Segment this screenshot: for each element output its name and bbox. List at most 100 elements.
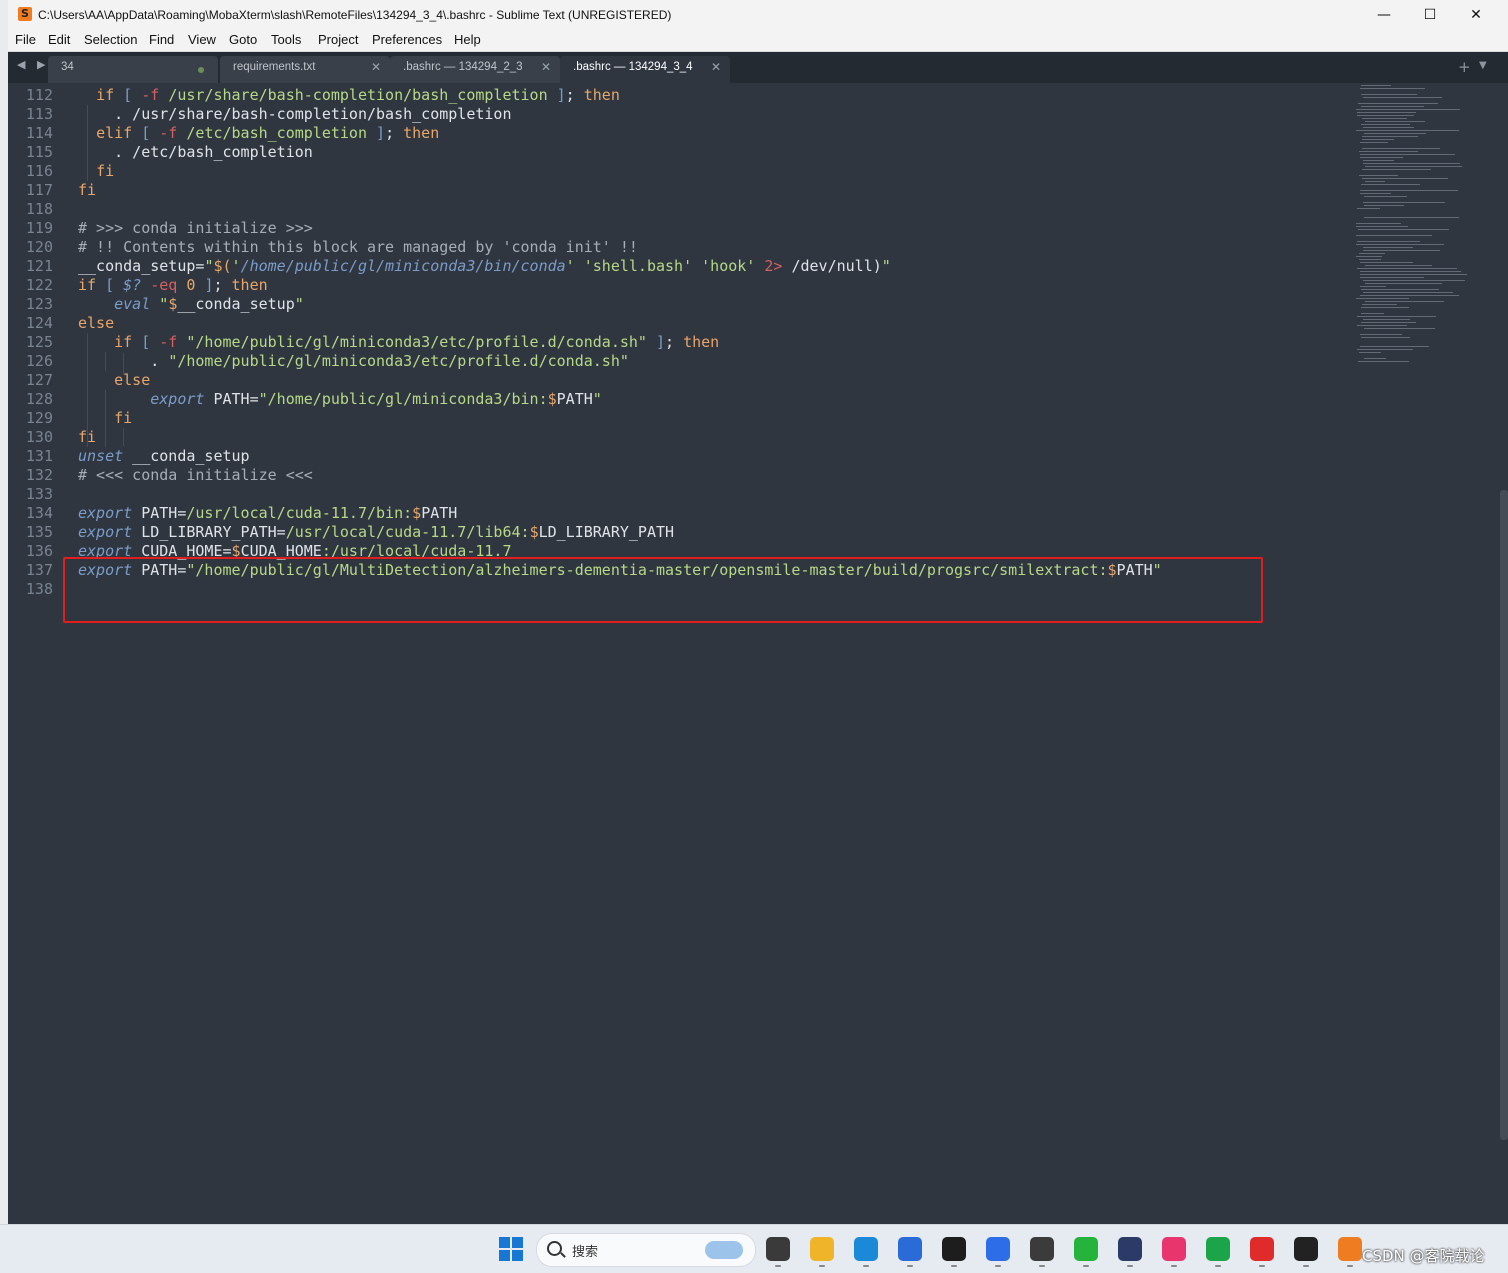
minimap-line	[1357, 112, 1416, 113]
unsaved-dot-icon[interactable]	[198, 67, 204, 73]
folder-icon[interactable]	[810, 1237, 834, 1261]
indent-guide	[87, 333, 88, 447]
minimap-line	[1363, 127, 1414, 128]
code-text: fi	[78, 181, 97, 199]
menu-project[interactable]: Project	[318, 32, 358, 47]
line-number: 124	[25, 314, 53, 332]
minimap-line	[1363, 280, 1465, 281]
tab-close-icon[interactable]: ✕	[711, 60, 721, 74]
code-line: 115 . /etc/bash_completion	[8, 143, 1348, 162]
store-icon[interactable]	[898, 1237, 922, 1261]
code-text: else	[78, 314, 115, 332]
tab-2[interactable]: .bashrc — 134294_2_3 ✕	[390, 56, 560, 83]
minimap-line	[1363, 292, 1453, 293]
minimap-line	[1356, 244, 1444, 245]
minimap-line	[1356, 298, 1409, 299]
minimap-line	[1358, 103, 1438, 104]
windows-start-icon[interactable]	[499, 1237, 523, 1261]
mobaxterm-icon[interactable]	[1030, 1237, 1054, 1261]
minimap-line	[1360, 88, 1425, 89]
menu-find[interactable]: Find	[149, 32, 174, 47]
minimap-line	[1365, 265, 1432, 266]
new-tab-button[interactable]: +	[1458, 58, 1471, 76]
minimap-line	[1360, 190, 1458, 191]
minimap-line	[1361, 337, 1410, 338]
edge-icon[interactable]	[854, 1237, 878, 1261]
code-line: 112 if [ -f /usr/share/bash-completion/b…	[8, 86, 1348, 105]
running-indicator	[1347, 1265, 1353, 1267]
running-indicator	[1171, 1265, 1177, 1267]
tab-nav-arrows-icon[interactable]: ◀ ▶	[17, 58, 49, 71]
line-number: 113	[25, 105, 53, 123]
code-text: else	[114, 371, 151, 389]
menu-preferences[interactable]: Preferences	[372, 32, 442, 47]
code-line: 133	[8, 485, 1348, 504]
menu-selection[interactable]: Selection	[84, 32, 137, 47]
code-text: . "/home/public/gl/miniconda3/etc/profil…	[150, 352, 629, 370]
minimap[interactable]	[1348, 83, 1498, 383]
qq-icon[interactable]	[1294, 1237, 1318, 1261]
line-number: 137	[25, 561, 53, 579]
code-line: 117 fi	[8, 181, 1348, 200]
tab-3[interactable]: .bashrc — 134294_3_4 ✕	[560, 56, 730, 83]
minimap-line	[1359, 253, 1385, 254]
menu-view[interactable]: View	[188, 32, 216, 47]
tab-list-menu-button[interactable]: ▼	[1479, 60, 1487, 71]
netease-music-icon[interactable]	[1250, 1237, 1274, 1261]
vertical-scrollbar[interactable]	[1500, 490, 1508, 1140]
search-placeholder: 搜索	[572, 1245, 599, 1260]
minimap-line	[1357, 325, 1407, 326]
line-number: 136	[25, 542, 53, 560]
minimap-line	[1360, 277, 1424, 278]
menu-goto[interactable]: Goto	[229, 32, 257, 47]
line-number: 128	[25, 390, 53, 408]
video-app-icon[interactable]	[1162, 1237, 1186, 1261]
minimap-line	[1364, 358, 1386, 359]
close-window-button[interactable]: ✕	[1453, 0, 1499, 30]
sublime-icon[interactable]	[1338, 1237, 1362, 1261]
minimap-line	[1362, 118, 1407, 119]
minimize-button[interactable]: —	[1361, 0, 1407, 30]
tab-close-icon[interactable]: ✕	[371, 60, 381, 74]
code-text: . /etc/bash_completion	[78, 143, 313, 161]
running-indicator	[1259, 1265, 1265, 1267]
tab-label: 34	[61, 61, 74, 73]
pycharm-icon[interactable]	[942, 1237, 966, 1261]
minimap-line	[1360, 346, 1429, 347]
minimap-line	[1359, 259, 1381, 260]
tab-0[interactable]: 34	[48, 56, 218, 83]
menu-edit[interactable]: Edit	[48, 32, 70, 47]
watermark: CSDN @客院载论	[1362, 1247, 1485, 1265]
code-line: 131 unset __conda_setup	[8, 447, 1348, 466]
code-editor[interactable]: 112 if [ -f /usr/share/bash-completion/b…	[8, 83, 1348, 1224]
menu-bar: File Edit Selection Find View Goto Tools Projec…	[8, 30, 1508, 52]
menu-help[interactable]: Help	[454, 32, 481, 47]
code-text: # >>> conda initialize >>>	[78, 219, 313, 237]
line-number: 134	[25, 504, 53, 522]
evernote-icon[interactable]	[1206, 1237, 1230, 1261]
code-text: if [ -f /usr/share/bash-completion/bash_…	[96, 86, 620, 104]
browser-q-icon[interactable]	[986, 1237, 1010, 1261]
cat-app-icon[interactable]	[1118, 1237, 1142, 1261]
tab-bar: ◀ ▶ 34 requirements.txt ✕ .bashrc — 134294_…	[8, 52, 1508, 83]
minimap-line	[1361, 322, 1416, 323]
files-icon[interactable]	[766, 1237, 790, 1261]
minimap-line	[1365, 181, 1385, 182]
minimap-line	[1359, 352, 1381, 353]
wechat-icon[interactable]	[1074, 1237, 1098, 1261]
menu-tools[interactable]: Tools	[271, 32, 301, 47]
taskbar-search-input[interactable]: 搜索	[536, 1233, 756, 1267]
minimap-line	[1361, 106, 1424, 107]
minimap-line	[1357, 241, 1420, 242]
running-indicator	[1127, 1265, 1133, 1267]
maximize-button[interactable]: ☐	[1407, 0, 1453, 30]
tab-close-icon[interactable]: ✕	[541, 60, 551, 74]
menu-file[interactable]: File	[15, 32, 36, 47]
running-indicator	[819, 1265, 825, 1267]
minimap-line	[1362, 169, 1431, 170]
minimap-line	[1357, 349, 1413, 350]
tab-1[interactable]: requirements.txt ✕	[220, 56, 390, 83]
minimap-line	[1360, 334, 1402, 335]
indent-guide	[105, 352, 106, 371]
line-number: 119	[25, 219, 53, 237]
